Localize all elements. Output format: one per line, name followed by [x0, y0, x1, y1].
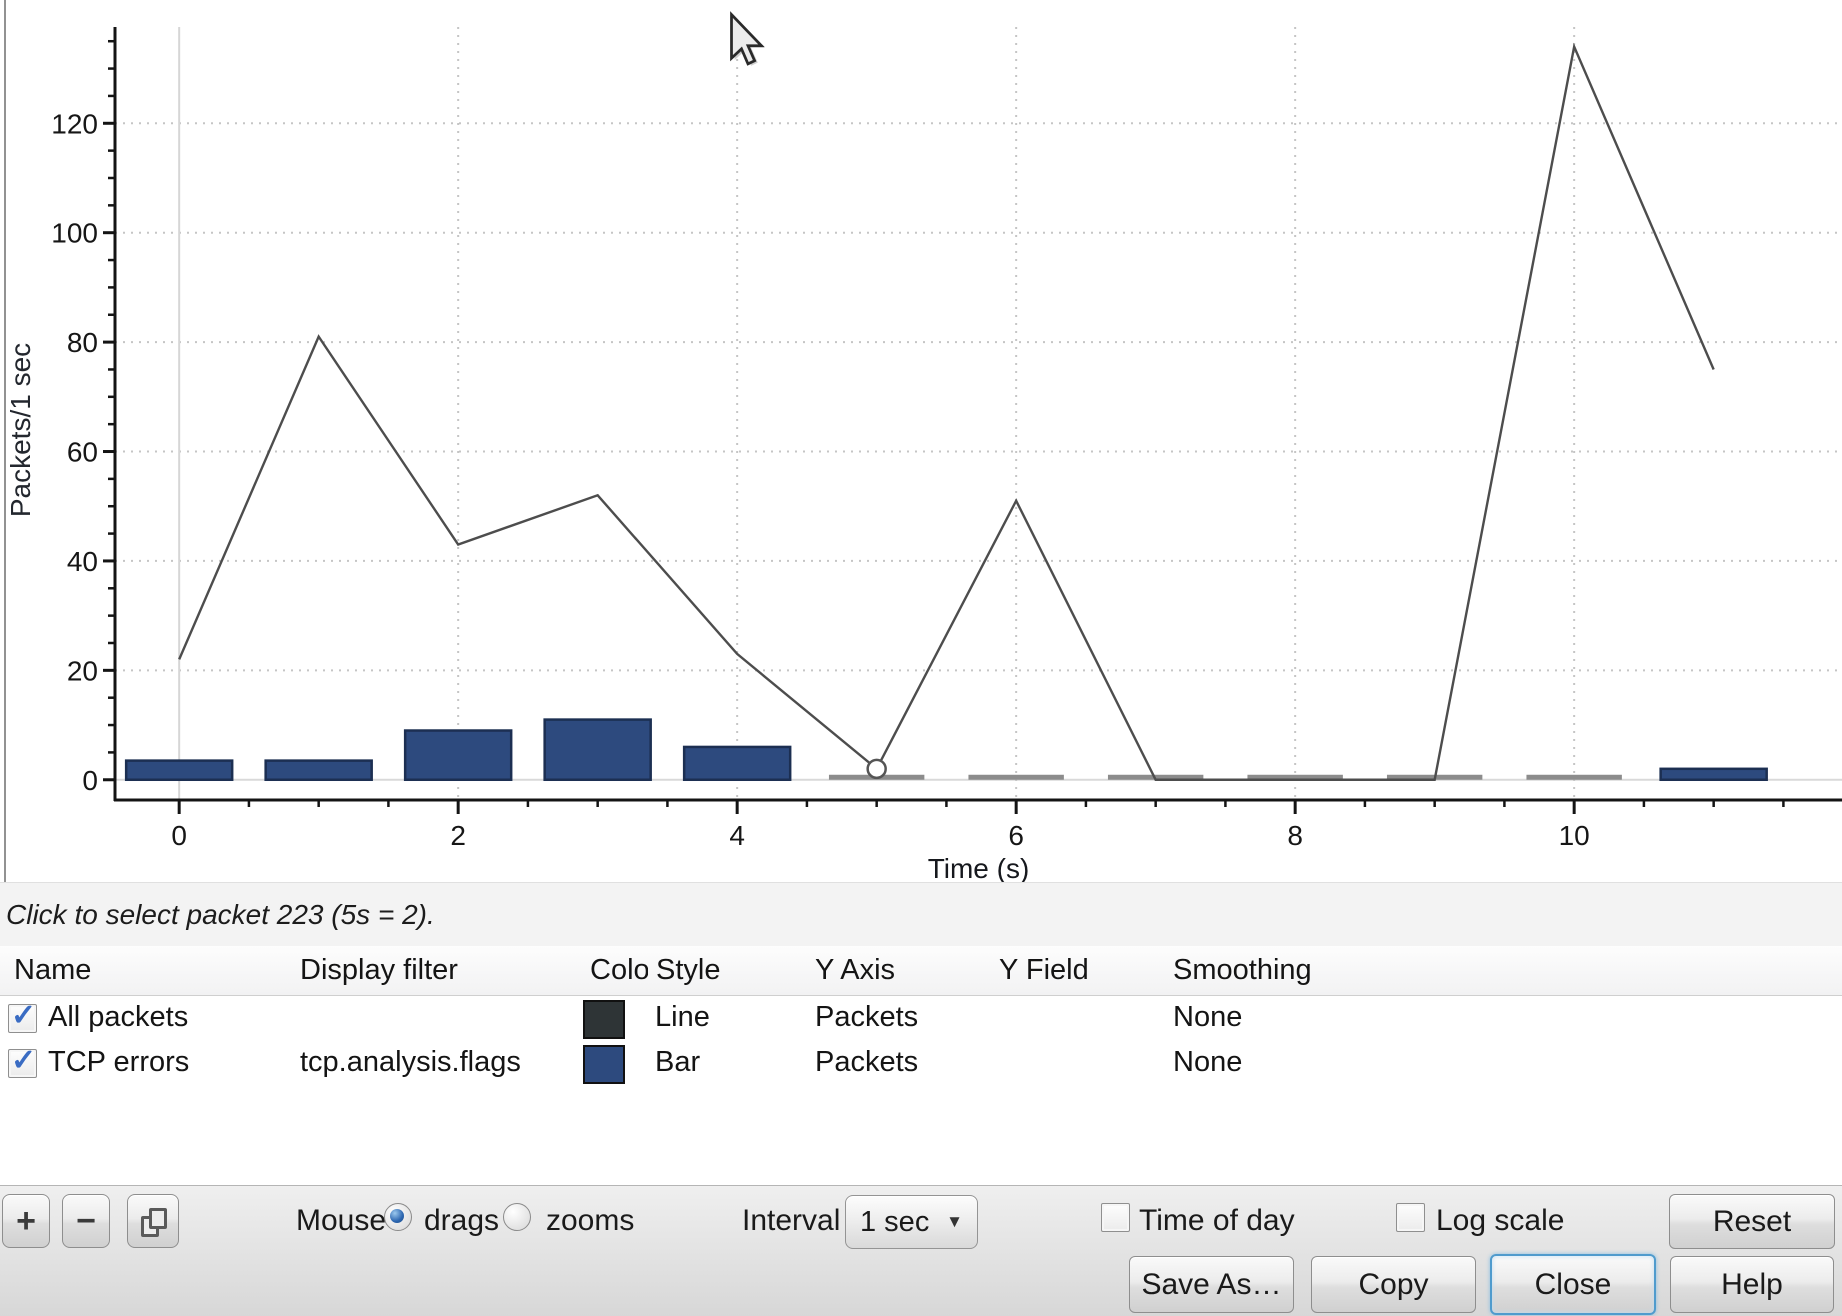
- graph-name: TCP errors: [48, 1040, 189, 1085]
- svg-text:8: 8: [1287, 820, 1303, 851]
- io-graph-dialog: 0 20 40 60 80 100 120 0 2 4 6 8 10 Packets/1 sec Time …: [0, 0, 1842, 1316]
- duplicate-icon: [141, 1208, 165, 1235]
- svg-text:0: 0: [171, 820, 187, 851]
- svg-text:60: 60: [67, 437, 98, 468]
- controls-bar: + − Mouse drags zooms Interval 1 sec ▼ T…: [0, 1185, 1842, 1316]
- graph-color-swatch: [583, 1000, 625, 1039]
- interval-dropdown[interactable]: 1 sec ▼: [845, 1195, 978, 1249]
- column-header-name[interactable]: Name: [0, 946, 303, 996]
- add-graph-button[interactable]: +: [2, 1194, 50, 1248]
- interval-value: 1 sec: [846, 1206, 929, 1239]
- column-header-style[interactable]: Style: [648, 946, 814, 996]
- gridlines: [115, 27, 1842, 800]
- mouse-zooms-radio[interactable]: [503, 1203, 531, 1231]
- mouse-drags-radio[interactable]: [384, 1203, 412, 1231]
- duplicate-graph-button[interactable]: [127, 1194, 179, 1248]
- svg-text:100: 100: [51, 218, 98, 249]
- graph-enabled-checkbox[interactable]: ✓: [8, 1004, 37, 1033]
- y-axis-title: Packets/1 sec: [5, 343, 36, 517]
- graph-smoothing: None: [1173, 995, 1242, 1040]
- save-as-button[interactable]: Save As…: [1129, 1256, 1294, 1313]
- svg-text:40: 40: [67, 546, 98, 577]
- mouse-label: Mouse: [296, 1204, 386, 1238]
- graph-style: Line: [655, 995, 710, 1040]
- axes: 0 20 40 60 80 100 120 0 2 4 6 8 10: [51, 27, 1842, 851]
- time-of-day-label[interactable]: Time of day: [1139, 1204, 1295, 1238]
- hint-bar: Click to select packet 223 (5s = 2).: [0, 882, 1842, 947]
- graph-row-tcp-errors[interactable]: ✓ TCP errors tcp.analysis.flags Bar Pack…: [0, 1040, 1842, 1085]
- svg-text:4: 4: [729, 820, 745, 851]
- remove-graph-button[interactable]: −: [62, 1194, 110, 1248]
- graph-enabled-checkbox[interactable]: ✓: [8, 1049, 37, 1078]
- svg-text:6: 6: [1008, 820, 1024, 851]
- bar-series-tcp-errors: [126, 720, 1767, 780]
- column-header-display-filter[interactable]: Display filter: [288, 946, 593, 996]
- column-header-y-field[interactable]: Y Field: [990, 946, 1174, 996]
- mouse-cursor-icon: [732, 15, 765, 66]
- graph-list-table: Name Display filter Colo Style Y Axis Y …: [0, 946, 1842, 1185]
- svg-text:80: 80: [67, 327, 98, 358]
- x-axis-title: Time (s): [928, 853, 1030, 882]
- chevron-down-icon: ▼: [946, 1212, 963, 1232]
- svg-text:120: 120: [51, 108, 98, 139]
- interval-label: Interval: [742, 1204, 840, 1238]
- graph-display-filter: tcp.analysis.flags: [300, 1040, 521, 1085]
- column-header-y-axis[interactable]: Y Axis: [805, 946, 1001, 996]
- svg-text:20: 20: [67, 655, 98, 686]
- selected-point-marker[interactable]: [868, 760, 886, 778]
- close-button[interactable]: Close: [1490, 1254, 1656, 1315]
- mouse-zooms-label[interactable]: zooms: [546, 1204, 634, 1238]
- svg-text:10: 10: [1559, 820, 1590, 851]
- svg-text:2: 2: [450, 820, 466, 851]
- graph-y-axis: Packets: [815, 1040, 918, 1085]
- graph-row-all-packets[interactable]: ✓ All packets Line Packets None: [0, 995, 1842, 1040]
- graph-name: All packets: [48, 995, 188, 1040]
- graph-color-swatch: [583, 1045, 625, 1084]
- io-graph-chart-area[interactable]: 0 20 40 60 80 100 120 0 2 4 6 8 10 Packets/1 sec Time …: [0, 0, 1842, 882]
- reset-button[interactable]: Reset: [1669, 1194, 1835, 1249]
- svg-text:0: 0: [82, 765, 98, 796]
- log-scale-checkbox[interactable]: [1396, 1203, 1425, 1232]
- hint-text: Click to select packet 223 (5s = 2).: [0, 899, 435, 931]
- help-button[interactable]: Help: [1670, 1256, 1834, 1313]
- graph-smoothing: None: [1173, 1040, 1242, 1085]
- mouse-drags-label[interactable]: drags: [424, 1204, 499, 1238]
- graph-y-axis: Packets: [815, 995, 918, 1040]
- column-header-smoothing[interactable]: Smoothing: [1164, 946, 1842, 996]
- time-of-day-checkbox[interactable]: [1101, 1203, 1130, 1232]
- copy-button[interactable]: Copy: [1311, 1256, 1476, 1313]
- io-graph-plot[interactable]: 0 20 40 60 80 100 120 0 2 4 6 8 10 Packets/1 sec Time …: [0, 0, 1842, 882]
- log-scale-label[interactable]: Log scale: [1436, 1204, 1564, 1238]
- graph-style: Bar: [655, 1040, 700, 1085]
